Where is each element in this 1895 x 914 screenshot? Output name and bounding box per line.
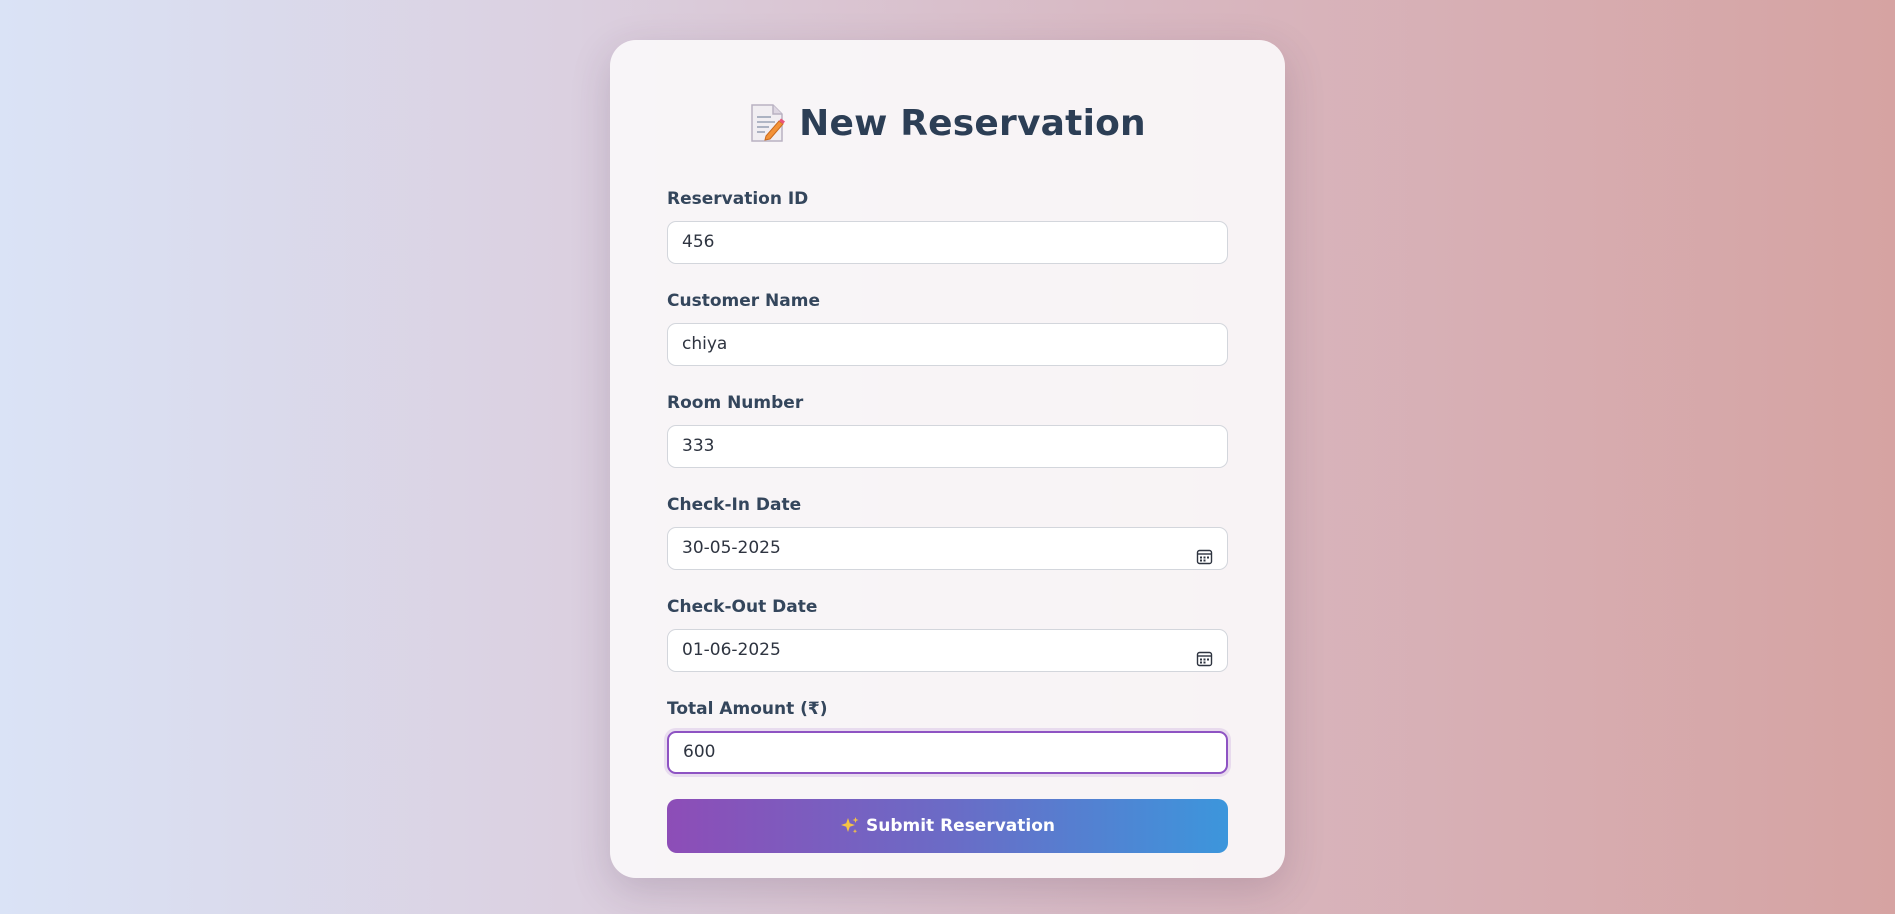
submit-reservation-button[interactable]: Submit Reservation	[667, 799, 1228, 853]
sparkles-icon	[840, 816, 860, 836]
check-out-date-label: Check-Out Date	[667, 597, 818, 617]
customer-name-label: Customer Name	[667, 291, 820, 311]
check-out-date-field: Check-Out Date 01-06-2025	[667, 595, 1228, 672]
room-number-input[interactable]: 333	[667, 425, 1228, 468]
reservation-id-field: Reservation ID 456	[667, 187, 1228, 264]
reservation-id-input[interactable]: 456	[667, 221, 1228, 264]
form-header: New Reservation	[667, 96, 1228, 150]
reservation-card: New Reservation Reservation ID 456 Custo…	[610, 40, 1285, 878]
check-in-date-value: 30-05-2025	[682, 538, 781, 558]
customer-name-field: Customer Name chiya	[667, 289, 1228, 366]
total-amount-label: Total Amount (₹)	[667, 699, 828, 719]
calendar-icon[interactable]	[1196, 642, 1213, 667]
calendar-icon[interactable]	[1196, 540, 1213, 565]
customer-name-input[interactable]: chiya	[667, 323, 1228, 366]
check-out-date-input[interactable]: 01-06-2025	[667, 629, 1228, 672]
total-amount-input[interactable]: 600	[667, 731, 1228, 774]
reservation-id-label: Reservation ID	[667, 189, 809, 209]
check-in-date-input[interactable]: 30-05-2025	[667, 527, 1228, 570]
room-number-field: Room Number 333	[667, 391, 1228, 468]
check-in-date-field: Check-In Date 30-05-2025	[667, 493, 1228, 570]
submit-button-label: Submit Reservation	[865, 816, 1056, 836]
memo-icon	[749, 103, 786, 143]
room-number-label: Room Number	[667, 393, 804, 413]
page-title: New Reservation	[799, 102, 1146, 144]
check-in-date-label: Check-In Date	[667, 495, 802, 515]
total-amount-field: Total Amount (₹) 600	[667, 697, 1228, 774]
check-out-date-value: 01-06-2025	[682, 640, 781, 660]
